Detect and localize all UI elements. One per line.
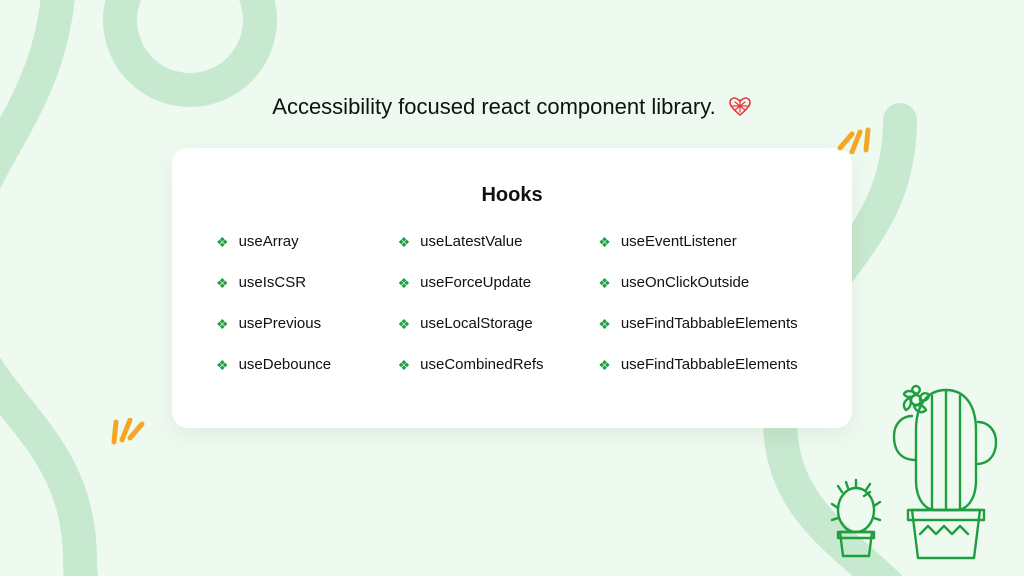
hook-label: useDebounce bbox=[239, 356, 332, 373]
diamond-bullet-icon: ❖ bbox=[598, 358, 611, 372]
hook-item[interactable]: ❖ useIsCSR bbox=[216, 274, 388, 291]
heart-icon bbox=[728, 95, 752, 119]
diamond-bullet-icon: ❖ bbox=[398, 358, 411, 372]
hook-label: useLocalStorage bbox=[420, 315, 533, 332]
hook-label: useLatestValue bbox=[420, 233, 522, 250]
hooks-columns: ❖ useArray ❖ useIsCSR ❖ usePrevious ❖ useDeb… bbox=[216, 233, 808, 373]
card-title: Hooks bbox=[216, 184, 808, 207]
hooks-column: ❖ useEventListener ❖ useOnClickOutside ❖ us… bbox=[598, 233, 808, 373]
diamond-bullet-icon: ❖ bbox=[398, 276, 411, 290]
hook-item[interactable]: ❖ useCombinedRefs bbox=[398, 356, 589, 373]
diamond-bullet-icon: ❖ bbox=[398, 235, 411, 249]
hook-label: useFindTabbableElements bbox=[621, 315, 798, 332]
hook-item[interactable]: ❖ useForceUpdate bbox=[398, 274, 589, 291]
hook-label: useEventListener bbox=[621, 233, 737, 250]
hook-item[interactable]: ❖ useFindTabbableElements bbox=[598, 315, 808, 332]
hooks-column: ❖ useLatestValue ❖ useForceUpdate ❖ useLoca… bbox=[398, 233, 589, 373]
hook-item[interactable]: ❖ useLocalStorage bbox=[398, 315, 589, 332]
hook-item[interactable]: ❖ useOnClickOutside bbox=[598, 274, 808, 291]
spark-icon bbox=[100, 418, 148, 462]
cactus-icon bbox=[816, 360, 1006, 570]
hook-label: useIsCSR bbox=[239, 274, 307, 291]
diamond-bullet-icon: ❖ bbox=[216, 317, 229, 331]
hooks-card: Hooks ❖ useArray ❖ useIsCSR ❖ usePrevious ❖… bbox=[172, 148, 852, 428]
hook-item[interactable]: ❖ useFindTabbableElements bbox=[598, 356, 808, 373]
hook-label: useCombinedRefs bbox=[420, 356, 543, 373]
diamond-bullet-icon: ❖ bbox=[598, 276, 611, 290]
diamond-bullet-icon: ❖ bbox=[598, 235, 611, 249]
diamond-bullet-icon: ❖ bbox=[216, 276, 229, 290]
hooks-column: ❖ useArray ❖ useIsCSR ❖ usePrevious ❖ useDeb… bbox=[216, 233, 388, 373]
hook-label: useOnClickOutside bbox=[621, 274, 749, 291]
hook-item[interactable]: ❖ usePrevious bbox=[216, 315, 388, 332]
hook-label: useFindTabbableElements bbox=[621, 356, 798, 373]
hook-label: usePrevious bbox=[239, 315, 322, 332]
hook-label: useArray bbox=[239, 233, 299, 250]
hook-item[interactable]: ❖ useArray bbox=[216, 233, 388, 250]
hook-label: useForceUpdate bbox=[420, 274, 531, 291]
diamond-bullet-icon: ❖ bbox=[216, 235, 229, 249]
page-headline: Accessibility focused react component li… bbox=[272, 94, 715, 120]
diamond-bullet-icon: ❖ bbox=[398, 317, 411, 331]
hook-item[interactable]: ❖ useEventListener bbox=[598, 233, 808, 250]
spark-icon bbox=[834, 110, 882, 154]
hook-item[interactable]: ❖ useLatestValue bbox=[398, 233, 589, 250]
hook-item[interactable]: ❖ useDebounce bbox=[216, 356, 388, 373]
diamond-bullet-icon: ❖ bbox=[216, 358, 229, 372]
diamond-bullet-icon: ❖ bbox=[598, 317, 611, 331]
